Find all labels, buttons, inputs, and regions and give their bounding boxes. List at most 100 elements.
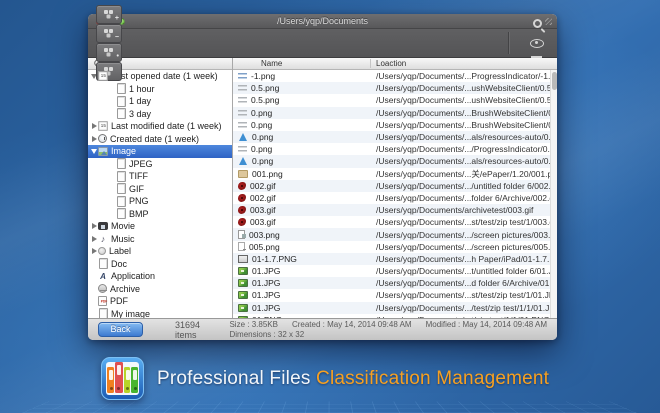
name-cell: 01.JPG (233, 278, 371, 288)
cal-icon (98, 71, 108, 81)
lines-gray-icon (238, 109, 247, 116)
sidebar-item-tiff[interactable]: TIFF (88, 170, 232, 183)
status-bar: Back 31694 items Size : 3.85KB Created :… (88, 318, 557, 340)
toolbar-divider (508, 32, 509, 54)
disclosure-triangle-icon[interactable] (90, 223, 98, 229)
file-size: Size : 3.85KB (229, 320, 278, 329)
sidebar-item-label: Image (111, 146, 137, 157)
marketing-caption: Professional Files Classification Manage… (101, 357, 549, 400)
disclosure-triangle-icon[interactable] (90, 136, 98, 142)
sidebar-item-bmp[interactable]: BMP (88, 208, 232, 221)
photo-green-icon (238, 279, 248, 288)
list-column-headers: Name Loaction (233, 58, 557, 70)
tri-blue-icon (238, 157, 248, 166)
shot-gray-icon (238, 254, 248, 263)
caption-text: Professional Files Classification Manage… (157, 368, 549, 390)
cal-icon (98, 121, 108, 131)
table-row[interactable]: 0.5.png /Users/yqp/Documents/...ushWebsi… (233, 82, 557, 95)
file-name: 01-1.7.PNG (252, 253, 297, 264)
disclosure-triangle-icon[interactable] (90, 123, 98, 129)
clock-icon (98, 134, 107, 144)
sidebar-item-created-date-1-week[interactable]: Created date (1 week) (88, 133, 232, 146)
search-icon[interactable] (525, 13, 549, 33)
sidebar-item-gif[interactable]: GIF (88, 183, 232, 196)
toolbar: + − • (88, 5, 557, 81)
file-name: 0.png (252, 156, 274, 167)
location-cell: /Users/yqp/Documents/...folder 6/Archive… (376, 192, 557, 203)
name-cell: 0.png (233, 144, 371, 154)
disclosure-triangle-icon[interactable] (90, 149, 98, 154)
table-row[interactable]: 01-1.7.PNG /Users/yqp/Documents/...h Pap… (233, 252, 557, 265)
sidebar-item-last-modified-date-1-week[interactable]: Last modified date (1 week) (88, 120, 232, 133)
table-row[interactable]: 0.png /Users/yqp/Documents/...BrushWebsi… (233, 106, 557, 119)
add-group-button[interactable]: + (96, 5, 122, 24)
table-row[interactable]: 003.gif /Users/yqp/Documents/archivetest… (233, 204, 557, 217)
disclosure-triangle-icon[interactable] (90, 236, 98, 242)
file-info: Size : 3.85KB Created : May 14, 2014 09:… (229, 320, 547, 339)
location-cell: /Users/yqp/Documents/.../screen pictures… (376, 229, 557, 240)
table-row[interactable]: 01.JPG /Users/yqp/Documents/...d folder … (233, 277, 557, 290)
name-cell: 0.5.png (233, 95, 371, 105)
sidebar-item-png[interactable]: PNG (88, 195, 232, 208)
table-row[interactable]: 003.gif /Users/yqp/Documents/...st/test/… (233, 216, 557, 228)
sidebar-item-my-image[interactable]: My image (88, 308, 232, 318)
sidebar-item-1-day[interactable]: 1 day (88, 95, 232, 108)
name-cell: 003.gif (233, 217, 371, 227)
sidebar-item-archive[interactable]: Archive (88, 283, 232, 296)
name-cell: 003.gif (233, 205, 371, 215)
lines-blue-icon (238, 73, 247, 80)
sidebar-item-1-hour[interactable]: 1 hour (88, 83, 232, 96)
sidebar-item-image[interactable]: Image (88, 145, 232, 158)
remove-group-button[interactable]: − (96, 24, 122, 43)
table-row[interactable]: 01.JPG /Users/yqp/Documents/...st/test/z… (233, 289, 557, 301)
sidebar-item-label: BMP (129, 208, 149, 219)
preview-eye-icon[interactable] (525, 33, 549, 53)
table-row[interactable]: 002.gif /Users/yqp/Documents/.../untitle… (233, 179, 557, 192)
sidebar-item-doc[interactable]: Doc (88, 258, 232, 271)
file-name: 0.png (252, 132, 274, 143)
photo-tan-icon (238, 169, 248, 178)
sidebar-item-label: Archive (110, 283, 141, 294)
item-count: 31694 items (174, 319, 200, 340)
table-row[interactable]: 001.png /Users/yqp/Documents/...关/ePaper… (233, 168, 557, 180)
sidebar-item-label: PDF (110, 296, 128, 307)
column-header-location[interactable]: Loaction (371, 59, 557, 68)
table-row[interactable]: 0.png /Users/yqp/Documents/...als/resour… (233, 155, 557, 168)
sidebar-item-label[interactable]: Label (88, 245, 232, 258)
sidebar-item-application[interactable]: Application (88, 270, 232, 283)
table-row[interactable]: -1.png /Users/yqp/Documents/...ProgressI… (233, 70, 557, 82)
table-row[interactable]: 0.png /Users/yqp/Documents/...als/resour… (233, 130, 557, 144)
sidebar-item-3-day[interactable]: 3 day (88, 108, 232, 121)
scrollbar-thumb[interactable] (552, 72, 557, 90)
sidebar-item-label: Application (111, 271, 156, 282)
sidebar-item-label: Music (111, 233, 135, 244)
desktop-background: /Users/yqp/Documents +−• Groups Last ope… (0, 0, 660, 413)
name-cell: 0.png (233, 156, 371, 166)
table-row[interactable]: 005.png /Users/yqp/Documents/.../screen … (233, 241, 557, 253)
table-row[interactable]: 003.png /Users/yqp/Documents/.../screen … (233, 228, 557, 241)
table-row[interactable]: 01.JPG /Users/yqp/Documents/.../test/zip… (233, 301, 557, 314)
sidebar-item-music[interactable]: Music (88, 233, 232, 246)
img-icon (98, 146, 108, 156)
sidebar-item-movie[interactable]: Movie (88, 220, 232, 233)
location-cell: /Users/yqp/Documents/...ushWebsiteClient… (376, 83, 557, 94)
disclosure-triangle-icon[interactable] (90, 248, 98, 254)
table-row[interactable]: 0.png /Users/yqp/Documents/...BrushWebsi… (233, 119, 557, 131)
sidebar-item-label: Last modified date (1 week) (111, 121, 222, 132)
sidebar-item-label: PNG (129, 196, 149, 207)
name-cell: 002.gif (233, 193, 371, 203)
sidebar-item-jpeg[interactable]: JPEG (88, 158, 232, 171)
group-settings-button[interactable]: • (96, 43, 122, 62)
scrollbar-track[interactable] (550, 70, 557, 318)
table-row[interactable]: 002.gif /Users/yqp/Documents/...folder 6… (233, 192, 557, 204)
table-row[interactable]: 0.png /Users/yqp/Documents/.../ProgressI… (233, 143, 557, 155)
file-name: 01.JPG (252, 302, 281, 313)
sidebar-item-pdf[interactable]: PDF (88, 295, 232, 308)
column-header-name[interactable]: Name (233, 59, 371, 68)
table-row[interactable]: 01.JPG /Users/yqp/Documents/...t/untitle… (233, 265, 557, 277)
window-titlebar[interactable]: /Users/yqp/Documents (88, 14, 557, 29)
location-cell: /Users/yqp/Documents/.../ProgressIndicat… (376, 144, 557, 155)
location-cell: /Users/yqp/Documents/.../test/zip test/1… (376, 302, 557, 313)
back-button[interactable]: Back (98, 322, 143, 337)
table-row[interactable]: 0.5.png /Users/yqp/Documents/...ushWebsi… (233, 94, 557, 106)
